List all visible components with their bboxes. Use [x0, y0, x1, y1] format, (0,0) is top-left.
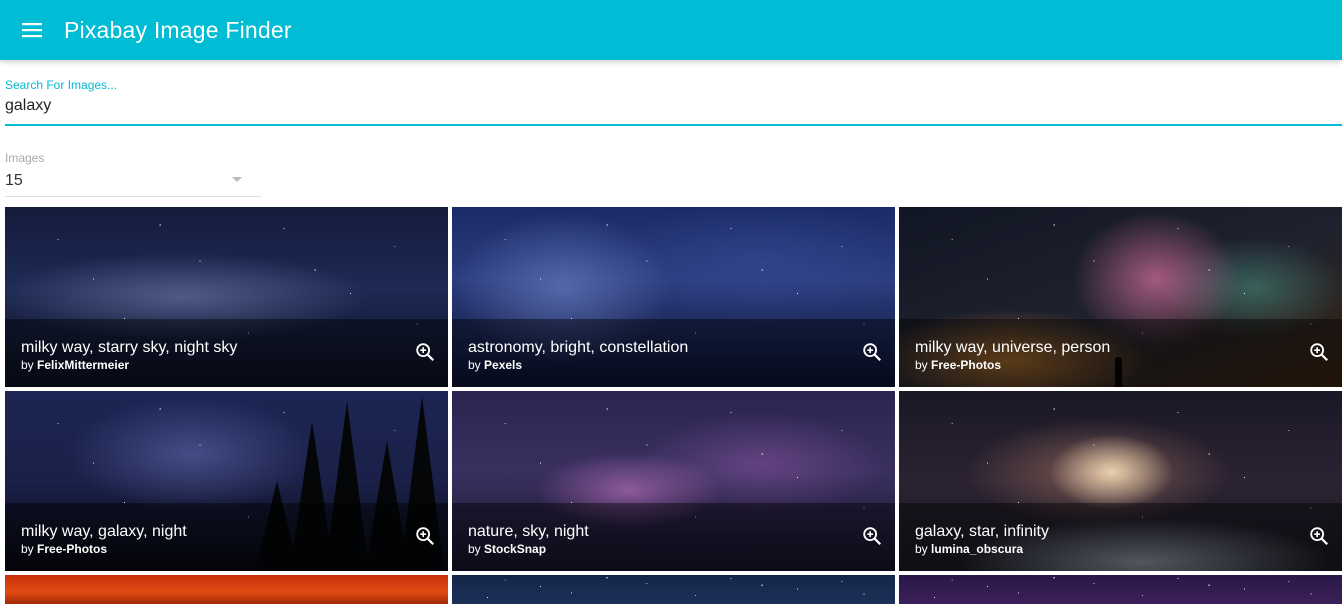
image-author: Free-Photos	[37, 542, 108, 556]
image-tags: milky way, starry sky, night sky	[21, 339, 238, 356]
search-label: Search For Images...	[5, 78, 118, 92]
image-tile[interactable]: galaxy, star, infinity by lumina_obscura	[899, 391, 1342, 571]
search-input[interactable]	[5, 97, 1305, 115]
image-author: StockSnap	[484, 542, 547, 556]
image-thumbnail	[452, 575, 895, 604]
zoom-in-icon[interactable]	[414, 525, 436, 547]
image-tags: nature, sky, night	[468, 523, 589, 540]
zoom-in-icon[interactable]	[861, 525, 883, 547]
image-credit: by Free-Photos	[915, 358, 1002, 372]
image-tile[interactable]	[5, 575, 448, 604]
image-tile[interactable]: nature, sky, night by StockSnap	[452, 391, 895, 571]
app-bar: Pixabay Image Finder	[0, 0, 1342, 60]
image-tile[interactable]: milky way, starry sky, night sky by Feli…	[5, 207, 448, 387]
image-author: Free-Photos	[931, 358, 1002, 372]
image-author: lumina_obscura	[931, 542, 1024, 556]
image-tags: galaxy, star, infinity	[915, 523, 1049, 540]
search-field[interactable]: Search For Images...	[5, 78, 1342, 126]
image-tags: milky way, universe, person	[915, 339, 1111, 356]
app-title: Pixabay Image Finder	[64, 16, 292, 43]
menu-button[interactable]	[20, 18, 44, 42]
image-tile[interactable]: astronomy, bright, constellation by Pexe…	[452, 207, 895, 387]
image-thumbnail	[899, 575, 1342, 604]
zoom-in-icon[interactable]	[1308, 525, 1330, 547]
zoom-in-icon[interactable]	[861, 341, 883, 363]
select-value: 15	[5, 172, 23, 189]
image-thumbnail	[5, 575, 448, 604]
image-tile[interactable]	[452, 575, 895, 604]
menu-icon	[22, 23, 42, 38]
zoom-in-icon[interactable]	[1308, 341, 1330, 363]
image-credit: by FelixMittermeier	[21, 358, 130, 372]
image-credit: by Pexels	[468, 358, 523, 372]
image-tags: astronomy, bright, constellation	[468, 339, 689, 356]
image-tags: milky way, galaxy, night	[21, 523, 187, 540]
image-tile[interactable]	[899, 575, 1342, 604]
image-author: Pexels	[484, 358, 523, 372]
image-tile[interactable]: milky way, galaxy, night by Free-Photos	[5, 391, 448, 571]
image-credit: by Free-Photos	[21, 542, 108, 556]
images-amount-select[interactable]: Images 15	[5, 151, 261, 197]
image-credit: by lumina_obscura	[915, 542, 1024, 556]
image-author: FelixMittermeier	[37, 358, 130, 372]
caret-down-icon	[232, 177, 242, 182]
image-credit: by StockSnap	[468, 542, 547, 556]
image-tile[interactable]: milky way, universe, person by Free-Phot…	[899, 207, 1342, 387]
select-label: Images	[5, 151, 45, 165]
zoom-in-icon[interactable]	[414, 341, 436, 363]
